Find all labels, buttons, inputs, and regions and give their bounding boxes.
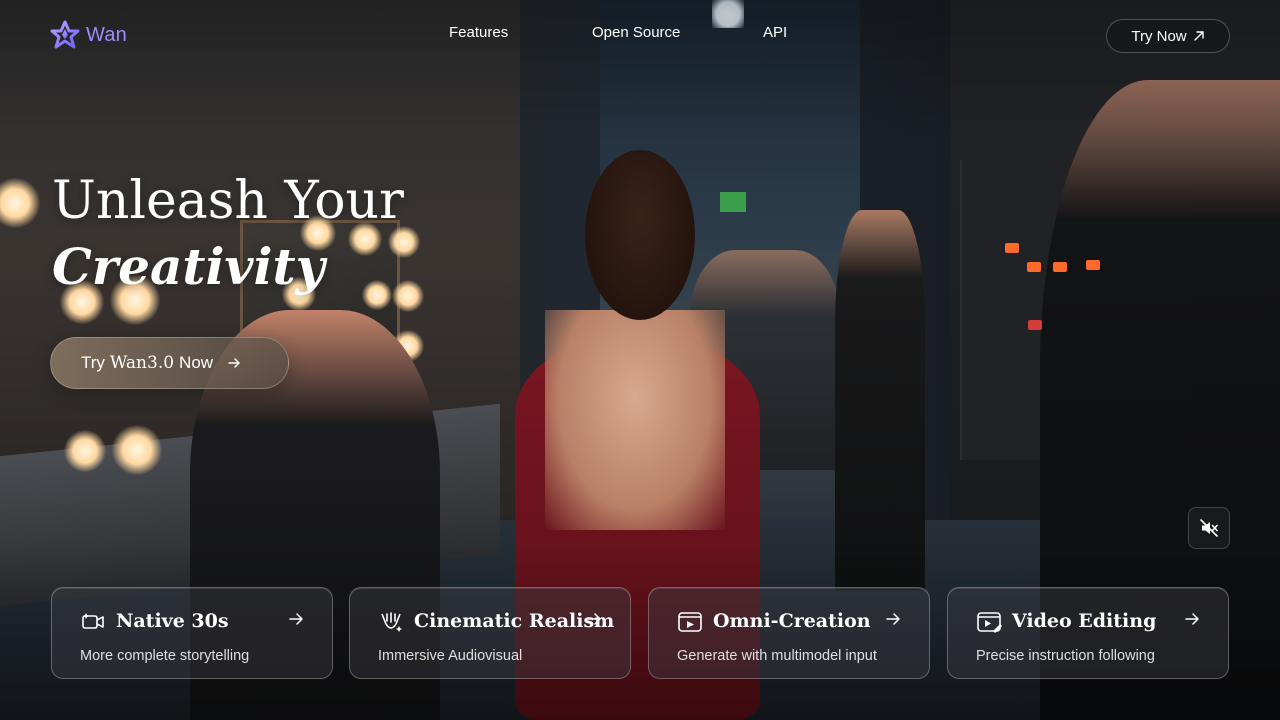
feature-card-video-editing[interactable]: Video Editing Precise instruction follow… [947, 587, 1229, 679]
arrow-up-right-icon [1193, 31, 1204, 41]
camera-lens-icon [381, 612, 402, 632]
hero-title: Unleash Your Creativity [52, 168, 404, 300]
try-now-label: Try Now [1131, 27, 1187, 45]
top-navigation: Wan Features Open Source API Try Now [0, 0, 1280, 68]
mute-toggle-button[interactable] [1188, 507, 1230, 549]
arrow-right-icon [886, 613, 900, 625]
wan-star-logo-icon [50, 20, 80, 49]
cta-prefix: Try [81, 353, 105, 372]
cta-suffix: Now [179, 353, 214, 372]
nav-link-features[interactable]: Features [449, 24, 508, 41]
film-sparkle-icon [82, 613, 104, 629]
arrow-right-icon [228, 358, 240, 368]
speaker-muted-icon [1200, 519, 1218, 537]
nav-link-api[interactable]: API [763, 24, 787, 41]
feature-card-omni-creation[interactable]: Omni-Creation Generate with multimodel i… [648, 587, 930, 679]
feature-subtitle: Precise instruction following [976, 648, 1155, 664]
try-wan-cta-button[interactable]: Try Wan3.0 Now [50, 337, 289, 389]
feature-card-native-30s[interactable]: Native 30s More complete storytelling [51, 587, 333, 679]
arrow-right-icon [1185, 613, 1199, 625]
feature-subtitle: Generate with multimodel input [677, 648, 877, 664]
nav-link-open-source[interactable]: Open Source [592, 24, 680, 41]
brand-name: Wan [86, 23, 127, 46]
feature-title: Cinematic Realism [414, 610, 615, 632]
try-now-button[interactable]: Try Now [1106, 19, 1230, 53]
feature-title: Video Editing [1012, 610, 1157, 632]
feature-card-cinematic-realism[interactable]: Cinematic Realism Immersive Audiovisual [349, 587, 631, 679]
video-edit-icon [977, 612, 1002, 633]
hero-title-line1: Unleash Your [52, 171, 404, 231]
hero-title-line2: Creativity [52, 237, 325, 296]
feature-title: Native 30s [116, 610, 229, 632]
video-play-icon [678, 612, 702, 632]
cta-model-name: Wan3.0 [109, 353, 175, 373]
brand-logo[interactable]: Wan [50, 20, 127, 50]
arrow-right-icon [587, 613, 601, 625]
feature-subtitle: Immersive Audiovisual [378, 648, 523, 664]
feature-subtitle: More complete storytelling [80, 648, 250, 664]
arrow-right-icon [289, 613, 303, 625]
feature-title: Omni-Creation [713, 610, 871, 632]
